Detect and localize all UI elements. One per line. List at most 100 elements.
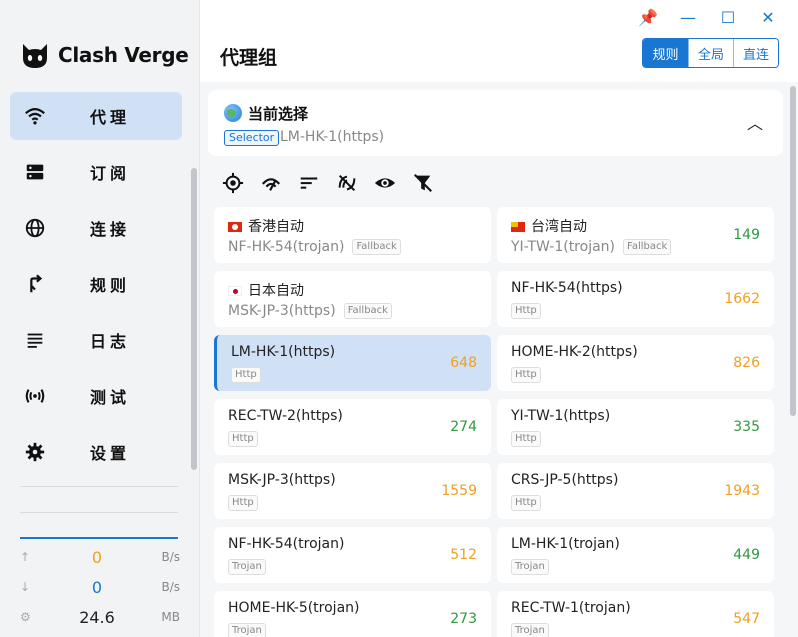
upload-unit: B/s: [161, 550, 180, 564]
proxy-node-card[interactable]: HOME-HK-2(https) Http 826: [497, 335, 774, 391]
chevron-up-icon[interactable]: ︿: [747, 110, 763, 134]
node-delay[interactable]: 273: [450, 611, 477, 627]
proxy-node-card[interactable]: CRS-JP-5(https) Http 1943: [497, 463, 774, 519]
node-type-tag: Trojan: [511, 623, 549, 637]
node-delay[interactable]: 1559: [441, 483, 477, 499]
node-meta: Http: [231, 367, 261, 383]
node-name: HOME-HK-2(https): [511, 344, 638, 360]
flag-tw-icon: [511, 222, 525, 232]
proxy-node-card[interactable]: MSK-JP-3(https) Http 1559: [214, 463, 491, 519]
nav-label: 日志: [90, 332, 131, 351]
node-meta: Trojan: [511, 559, 549, 575]
node-type-tag: Trojan: [511, 559, 549, 575]
nav-label: 连接: [90, 220, 131, 239]
group-name: 当前选择: [248, 105, 309, 123]
nav-label: 规则: [90, 276, 131, 295]
node-name-text: 香港自动: [248, 219, 304, 235]
node-delay[interactable]: 274: [450, 419, 477, 435]
proxy-node-card[interactable]: NF-HK-54(trojan) Trojan 512: [214, 527, 491, 583]
proxy-node-card[interactable]: 台湾自动 YI-TW-1(trojan) Fallback 149: [497, 207, 774, 263]
main-scrollbar[interactable]: [790, 86, 796, 416]
node-name-text: CRS-JP-5(https): [511, 472, 619, 488]
node-name: 台湾自动: [511, 216, 587, 236]
node-delay[interactable]: 449: [733, 547, 760, 563]
filter-off-icon[interactable]: [412, 170, 450, 196]
proxy-node-card[interactable]: YI-TW-1(https) Http 335: [497, 399, 774, 455]
sort-icon[interactable]: [298, 170, 336, 196]
arrow-down-icon: ↓: [20, 580, 31, 594]
proxy-node-card[interactable]: 日本自动 MSK-JP-3(https) Fallback: [214, 271, 491, 327]
node-meta: Http: [228, 431, 258, 447]
node-meta: YI-TW-1(trojan) Fallback: [511, 239, 672, 255]
minimize-icon[interactable]: —: [668, 8, 708, 27]
fork-icon: [24, 273, 46, 295]
node-meta: Http: [228, 495, 258, 511]
mode-rule-button[interactable]: 规则: [643, 39, 688, 67]
dns-icon: [24, 161, 46, 183]
node-delay[interactable]: 547: [733, 611, 760, 627]
proxy-group-card[interactable]: 当前选择 Selector LM-HK-1(https) ︿: [208, 90, 783, 156]
node-name-text: NF-HK-54(trojan): [228, 536, 345, 552]
node-delay[interactable]: 335: [733, 419, 760, 435]
nav-item-profiles[interactable]: 订阅: [10, 148, 182, 196]
proxy-node-card[interactable]: REC-TW-2(https) Http 274: [214, 399, 491, 455]
delay-filter-icon[interactable]: [336, 170, 374, 196]
proxy-node-card[interactable]: LM-HK-1(https) Http 648: [214, 335, 491, 391]
node-meta: Http: [511, 303, 541, 319]
proxy-node-card[interactable]: NF-HK-54(https) Http 1662: [497, 271, 774, 327]
nav-item-rules[interactable]: 规则: [10, 260, 182, 308]
node-name: HOME-HK-5(trojan): [228, 600, 360, 616]
node-name-text: LM-HK-1(https): [231, 344, 336, 360]
node-type-tag: Fallback: [623, 239, 672, 255]
node-type-tag: Http: [231, 367, 261, 383]
nav-label: 设置: [90, 444, 131, 463]
node-name: REC-TW-2(https): [228, 408, 343, 424]
gear-icon: [24, 441, 46, 463]
maximize-icon[interactable]: ☐: [708, 8, 748, 27]
page-title: 代理组: [220, 47, 278, 69]
proxy-node-card[interactable]: HOME-HK-5(trojan) Trojan 273: [214, 591, 491, 637]
proxy-node-card[interactable]: LM-HK-1(trojan) Trojan 449: [497, 527, 774, 583]
pin-icon[interactable]: 📌: [628, 8, 668, 27]
nav-label: 测试: [90, 388, 131, 407]
signal-icon: [24, 385, 46, 407]
memory-stat: ⚙ 24.6 MB: [20, 605, 180, 629]
node-delay[interactable]: 1943: [724, 483, 760, 499]
node-name-text: HOME-HK-2(https): [511, 344, 638, 360]
nav-label: 代理: [90, 108, 131, 127]
nav-item-test[interactable]: 测试: [10, 372, 182, 420]
node-type-tag: Http: [228, 495, 258, 511]
upload-stat: ↑ 0 B/s: [20, 545, 180, 569]
node-name: 日本自动: [228, 280, 304, 300]
memory-unit: MB: [161, 610, 180, 624]
node-name-text: REC-TW-2(https): [228, 408, 343, 424]
close-icon[interactable]: ✕: [748, 8, 788, 27]
node-delay[interactable]: 648: [450, 355, 477, 371]
mode-direct-button[interactable]: 直连: [733, 39, 778, 67]
node-name-text: MSK-JP-3(https): [228, 472, 336, 488]
node-type-tag: Fallback: [343, 303, 392, 319]
nav-item-logs[interactable]: 日志: [10, 316, 182, 364]
proxy-node-card[interactable]: 香港自动 NF-HK-54(trojan) Fallback: [214, 207, 491, 263]
nav-item-proxy[interactable]: 代理: [10, 92, 182, 140]
locate-icon[interactable]: [222, 170, 260, 196]
flag-hk-icon: [228, 222, 242, 232]
node-type-tag: Http: [511, 303, 541, 319]
proxy-node-card[interactable]: REC-TW-1(trojan) Trojan 547: [497, 591, 774, 637]
node-type-tag: Trojan: [228, 623, 266, 637]
node-name-text: YI-TW-1(https): [511, 408, 611, 424]
nav-item-connections[interactable]: 连接: [10, 204, 182, 252]
node-delay[interactable]: 149: [733, 227, 760, 243]
node-delay[interactable]: 512: [450, 547, 477, 563]
node-delay[interactable]: 826: [733, 355, 760, 371]
node-name: LM-HK-1(trojan): [511, 536, 620, 552]
mode-global-button[interactable]: 全局: [688, 39, 733, 67]
list-icon: [24, 329, 46, 351]
node-delay[interactable]: 1662: [724, 291, 760, 307]
speed-test-icon[interactable]: [260, 170, 298, 196]
node-name: YI-TW-1(https): [511, 408, 610, 424]
sidebar-scrollbar[interactable]: [191, 168, 197, 470]
eye-icon[interactable]: [374, 170, 412, 196]
nav-item-settings[interactable]: 设置: [10, 428, 182, 476]
nav-menu: 代理 订阅 连接 规则 日志 测试 设置: [10, 92, 182, 484]
